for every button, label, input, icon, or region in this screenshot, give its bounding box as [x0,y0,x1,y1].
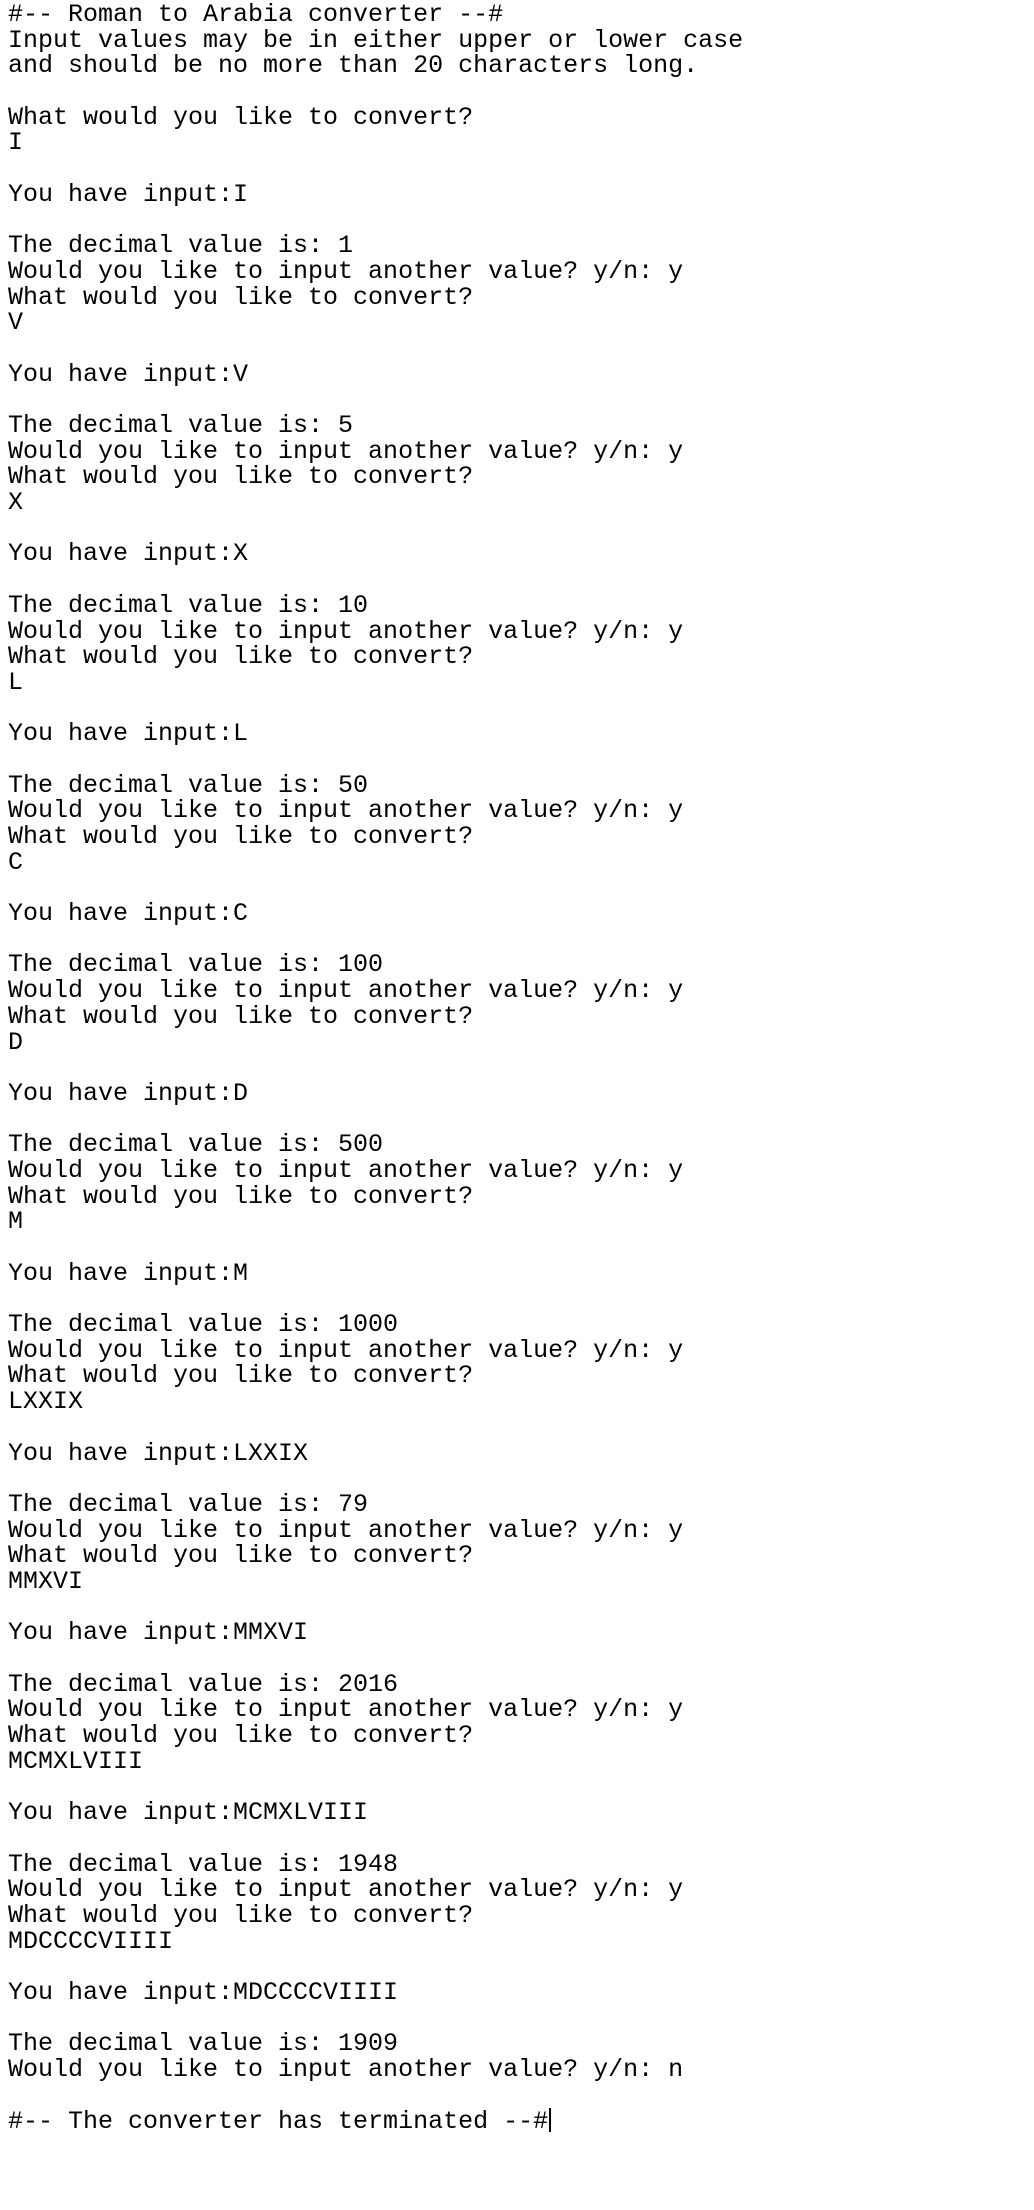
terminal-line: M [8,1207,24,1237]
terminal-line: The decimal value is: 10 [8,590,369,620]
terminal-line: What would you like to convert? [8,102,474,132]
terminal-line: Would you like to input another value? y… [8,2055,684,2084]
terminal-line: Would you like to input another value? y… [8,256,684,286]
terminal-line: and should be no more than 20 characters… [8,51,699,81]
terminal-line: What would you like to convert? [8,462,474,492]
terminal-line: You have input:MMXVI [8,1618,309,1648]
terminal-line: Would you like to input another value? y… [8,1695,684,1725]
terminal-line: You have input:I [8,179,249,209]
terminal-line: C [8,847,24,877]
terminal-line: What would you like to convert? [8,1900,474,1930]
terminal-line: Would you like to input another value? y… [8,616,684,646]
terminal-line: What would you like to convert? [8,1001,474,1031]
terminal-line: What would you like to convert? [8,282,474,312]
terminal-line: You have input:MCMXLVIII [8,1798,369,1828]
terminal-line: Would you like to input another value? y… [8,436,684,466]
terminal-line: You have input:C [8,899,249,929]
terminal-output[interactable]: #-- Roman to Arabia converter --# Input v… [8,0,1028,2135]
terminal-line: L [8,667,24,697]
terminal-line: X [8,488,24,518]
terminal-line: What would you like to convert? [8,1181,474,1211]
terminal-line: You have input:V [8,359,249,389]
terminal-line: The decimal value is: 50 [8,770,369,800]
terminal-line: The decimal value is: 5 [8,411,354,440]
terminal-line: Would you like to input another value? y… [8,1515,684,1545]
terminal-line: You have input:D [8,1078,249,1108]
terminal-line: LXXIX [8,1387,84,1417]
terminal-line: #-- The converter has terminated --# [8,2108,1028,2135]
terminal-line: Would you like to input another value? y… [8,976,684,1006]
terminal-line: D [8,1027,24,1057]
terminal-line: Input values may be in either upper or l… [8,25,744,55]
terminal-line: The decimal value is: 500 [8,1130,384,1160]
terminal-line: You have input:LXXIX [8,1438,309,1468]
terminal-line: Would you like to input another value? y… [8,796,684,826]
terminal-line: What would you like to convert? [8,1541,474,1571]
terminal-line: The decimal value is: 1000 [8,1310,399,1340]
terminal-line: MMXVI [8,1566,84,1596]
terminal-line: V [8,308,24,338]
terminal-line: I [8,128,24,158]
terminal-line: Would you like to input another value? y… [8,1155,684,1185]
text-cursor [549,2108,552,2133]
terminal-line: You have input:M [8,1258,249,1288]
terminal-line: What would you like to convert? [8,822,474,851]
terminal-line: The decimal value is: 79 [8,1489,369,1519]
terminal-line: What would you like to convert? [8,1361,474,1391]
terminal-line: What would you like to convert? [8,1721,474,1751]
terminal-line: The decimal value is: 100 [8,950,384,980]
terminal-line: #-- Roman to Arabia converter --# [8,0,504,29]
terminal-line: What would you like to convert? [8,642,474,672]
terminal-line: The decimal value is: 2016 [8,1669,399,1699]
terminal-line: You have input:X [8,539,249,569]
terminal-line: You have input:L [8,719,249,749]
terminal-line: You have input:MDCCCCVIIII [8,1977,399,2007]
terminal-line: MCMXLVIII [8,1746,144,1776]
terminal-line: The decimal value is: 1948 [8,1849,399,1879]
terminal-line: The decimal value is: 1909 [8,2029,399,2059]
terminal-line: MDCCCCVIIII [8,1926,174,1956]
terminal-line: Would you like to input another value? y… [8,1335,684,1365]
terminal-line: Would you like to input another value? y… [8,1875,684,1905]
terminal-line: The decimal value is: 1 [8,231,354,261]
